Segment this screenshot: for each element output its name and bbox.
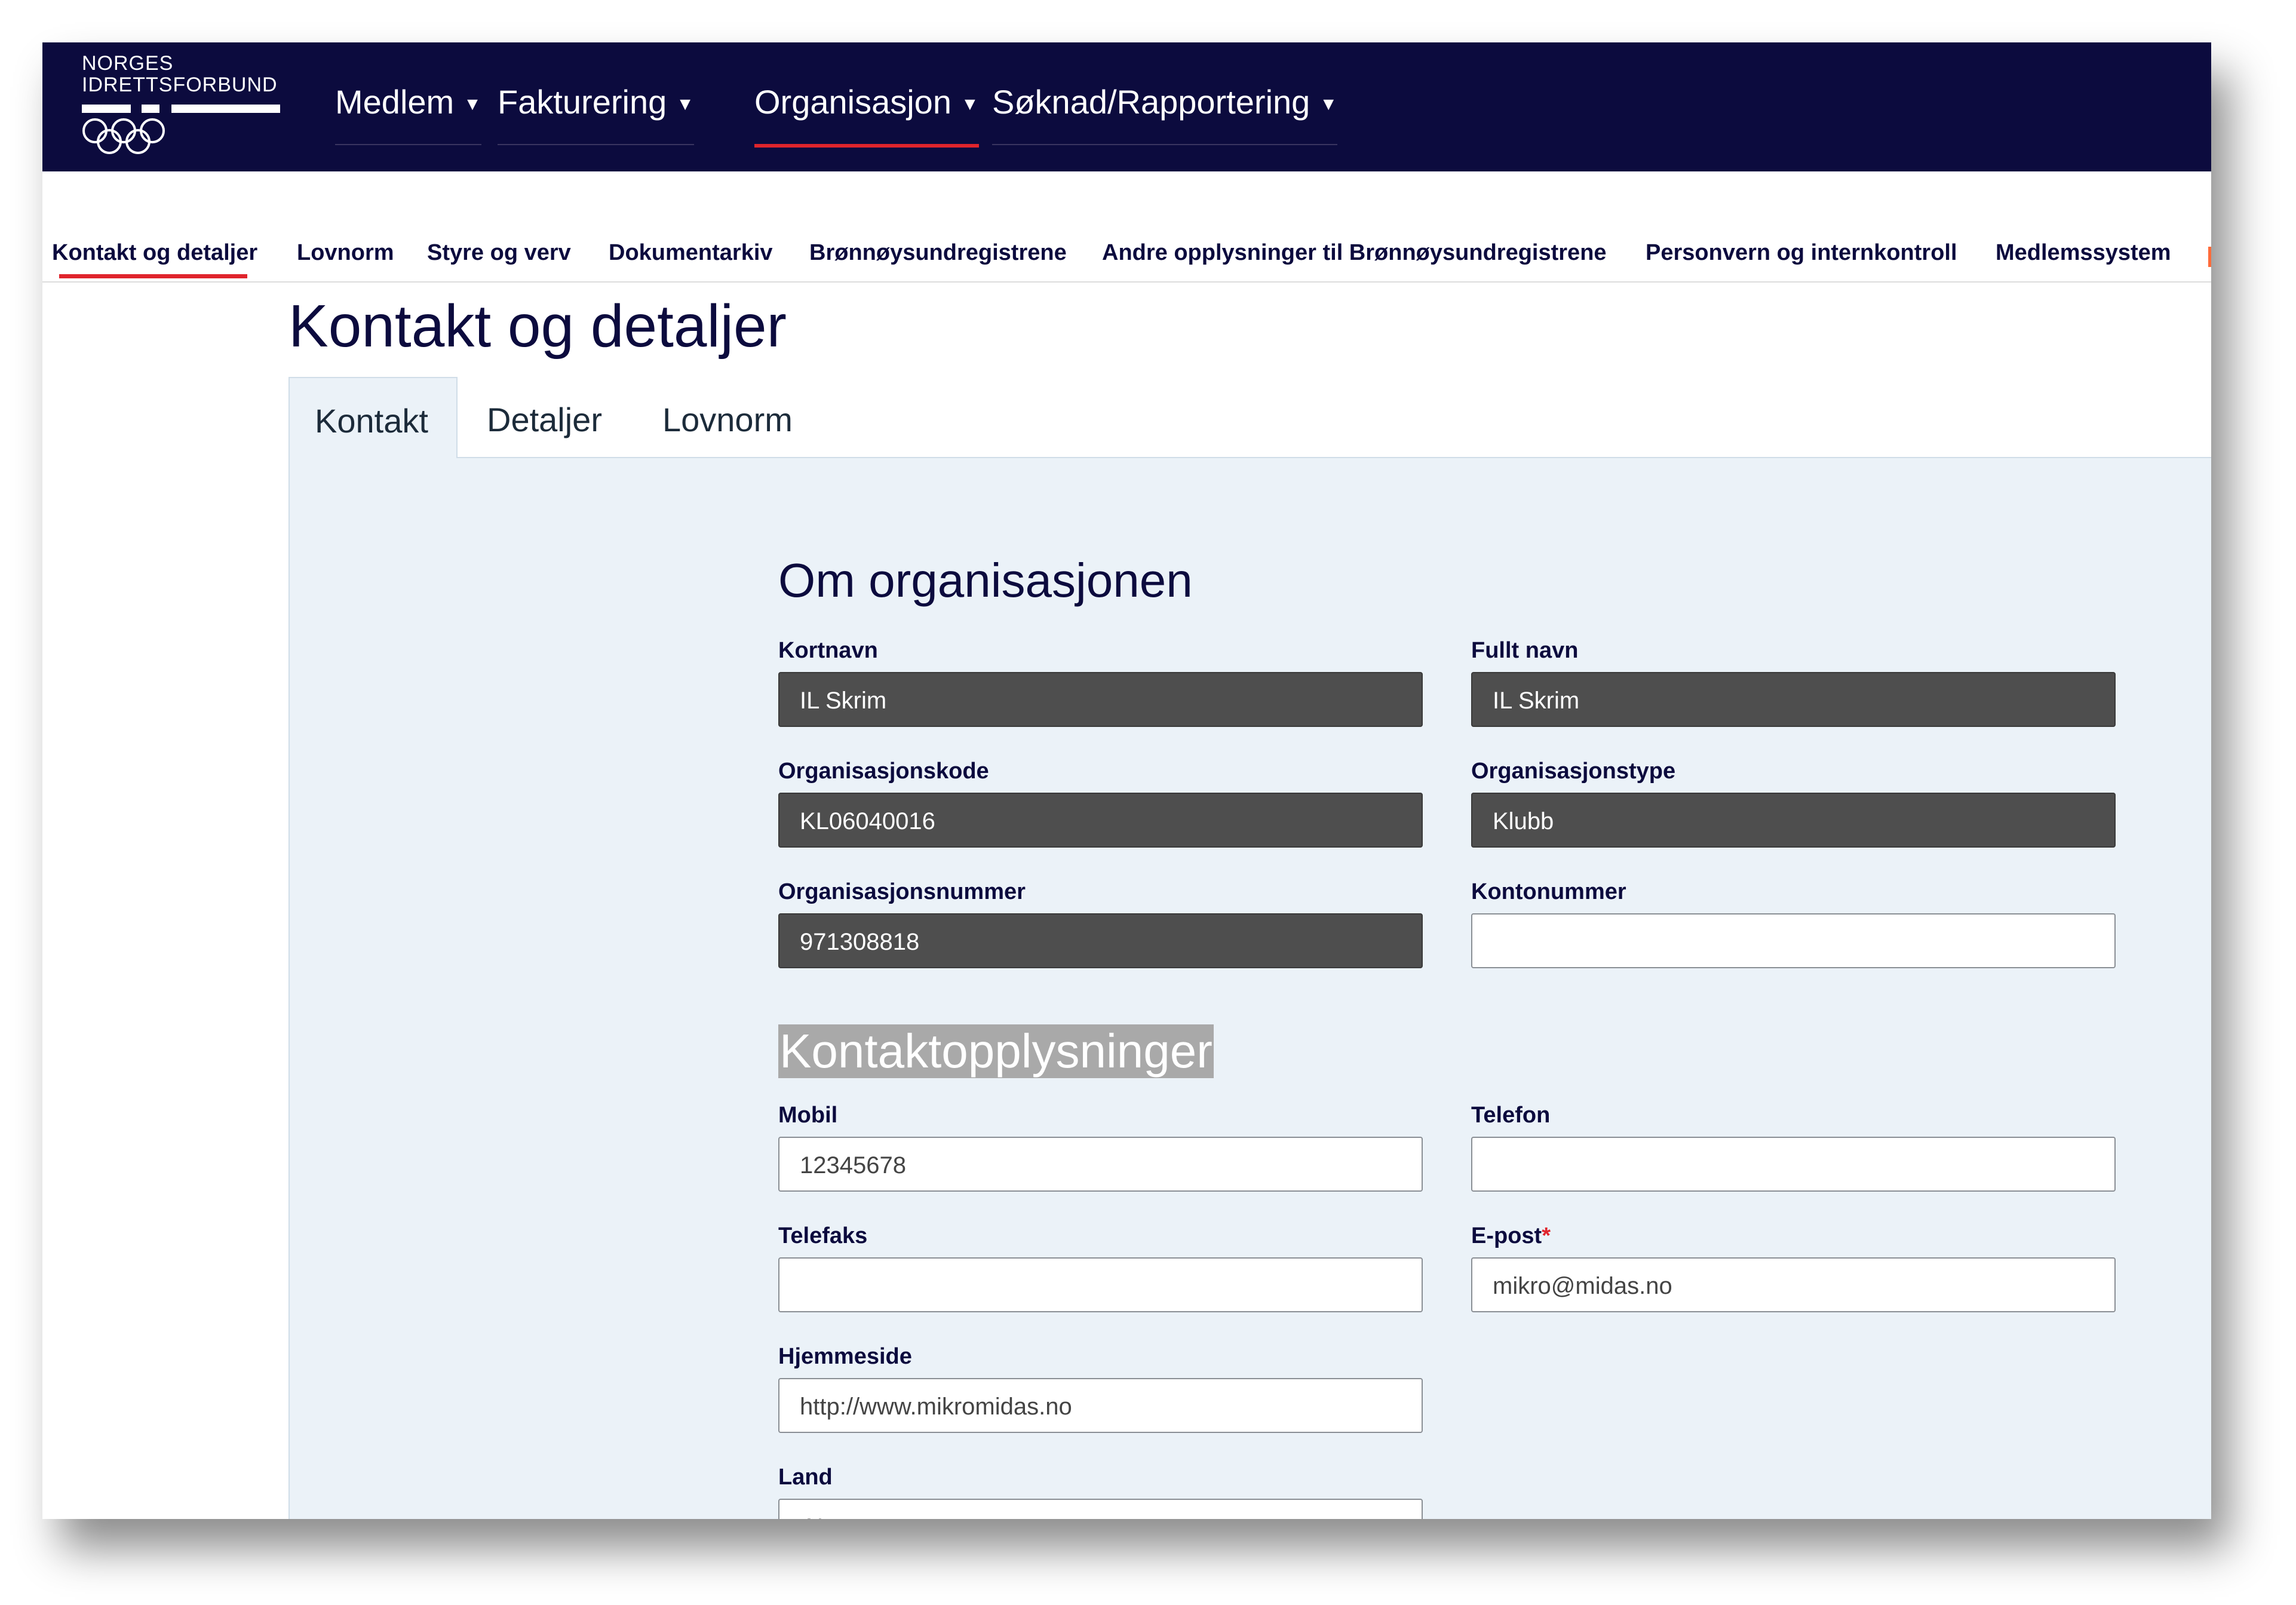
menu-organisasjon[interactable]: Organisasjon ▼ xyxy=(754,78,979,148)
olympic-rings-icon xyxy=(82,118,165,154)
fullt-navn-field[interactable]: IL Skrim xyxy=(1471,672,2116,727)
label-kortnavn: Kortnavn xyxy=(778,638,878,663)
organisasjonskode-field[interactable]: KL06040016 xyxy=(778,793,1423,848)
tab-label: Lovnorm xyxy=(662,401,793,438)
logo-text-line2: IDRETTSFORBUND xyxy=(82,73,278,96)
app-window: NORGES IDRETTSFORBUND Medlem ▼ Faktureri… xyxy=(42,42,2211,1519)
subnav-kontakt-og-detaljer[interactable]: Kontakt og detaljer xyxy=(52,241,257,265)
section-title-kontaktopplysninger: Kontaktopplysninger xyxy=(778,1024,1214,1078)
sub-navbar: Kontakt og detaljer Lovnorm Styre og ver… xyxy=(42,171,2211,283)
mobil-input[interactable]: 12345678 xyxy=(778,1137,1423,1192)
label-land: Land xyxy=(778,1465,833,1490)
label-organisasjonstype: Organisasjonstype xyxy=(1471,759,1676,784)
label-mobil: Mobil xyxy=(778,1103,838,1128)
label-epost: E-post* xyxy=(1471,1224,1551,1248)
subnav-bronnoysundregistrene[interactable]: Brønnøysundregistrene xyxy=(809,241,1067,265)
chevron-down-icon: ⌄ xyxy=(1395,1500,1413,1519)
subnav-lovnorm[interactable]: Lovnorm xyxy=(297,241,394,265)
tab-label: Kontakt xyxy=(315,402,428,440)
label-kontonummer: Kontonummer xyxy=(1471,879,1626,904)
label-hjemmeside: Hjemmeside xyxy=(778,1344,912,1369)
required-asterisk: * xyxy=(1542,1223,1551,1248)
telefaks-input[interactable] xyxy=(778,1257,1423,1312)
tab-kontakt[interactable]: Kontakt xyxy=(288,377,458,458)
overflow-nav-item[interactable] xyxy=(2208,247,2211,267)
kontonummer-input[interactable] xyxy=(1471,913,2116,968)
menu-fakturering[interactable]: Fakturering ▼ xyxy=(498,78,694,145)
organisasjonstype-field[interactable]: Klubb xyxy=(1471,793,2116,848)
tab-lovnorm[interactable]: Lovnorm xyxy=(662,377,793,483)
tab-detaljer[interactable]: Detaljer xyxy=(487,377,602,483)
menu-label: Søknad/Rapportering xyxy=(992,83,1310,121)
land-select[interactable]: Norge ⌄ xyxy=(778,1499,1423,1519)
nif-logo[interactable]: NORGES IDRETTSFORBUND xyxy=(82,52,285,159)
caret-down-icon: ▼ xyxy=(1319,94,1338,115)
content-tabs: Kontakt Detaljer Lovnorm xyxy=(288,377,2211,500)
logo-text-line1: NORGES xyxy=(82,52,174,75)
caret-down-icon: ▼ xyxy=(464,94,481,115)
label-organisasjonsnummer: Organisasjonsnummer xyxy=(778,879,1026,904)
active-subnav-indicator xyxy=(59,274,247,278)
menu-label: Medlem xyxy=(335,83,455,121)
subnav-dokumentarkiv[interactable]: Dokumentarkiv xyxy=(609,241,773,265)
menu-label: Organisasjon xyxy=(754,83,951,121)
label-telefon: Telefon xyxy=(1471,1103,1551,1128)
menu-soknad-rapportering[interactable]: Søknad/Rapportering ▼ xyxy=(992,78,1338,145)
organisasjonsnummer-field[interactable]: 971308818 xyxy=(778,913,1423,968)
label-fullt-navn: Fullt navn xyxy=(1471,638,1579,663)
page-title: Kontakt og detaljer xyxy=(288,293,787,360)
label-epost-text: E-post xyxy=(1471,1223,1542,1248)
label-telefaks: Telefaks xyxy=(778,1223,868,1248)
subnav-personvern[interactable]: Personvern og internkontroll xyxy=(1646,241,1957,265)
subnav-andre-opplysninger[interactable]: Andre opplysninger til Brønnøysundregist… xyxy=(1102,241,1607,265)
subnav-medlemssystem[interactable]: Medlemssystem xyxy=(1996,241,2171,265)
kortnavn-field[interactable]: IL Skrim xyxy=(778,672,1423,727)
label-organisasjonskode: Organisasjonskode xyxy=(778,759,989,784)
caret-down-icon: ▼ xyxy=(960,94,979,115)
top-navbar: NORGES IDRETTSFORBUND Medlem ▼ Faktureri… xyxy=(42,42,2211,171)
contact-panel: Om organisasjonen Kortnavn IL Skrim Full… xyxy=(288,457,2211,1519)
epost-input[interactable]: mikro@midas.no xyxy=(1471,1257,2116,1312)
menu-label: Fakturering xyxy=(498,83,667,121)
logo-flag-bars xyxy=(82,105,280,113)
tab-label: Detaljer xyxy=(487,401,602,438)
hjemmeside-input[interactable]: http://www.mikromidas.no xyxy=(778,1378,1423,1433)
land-selected-value: Norge xyxy=(806,1514,871,1519)
section-title-om-organisasjonen: Om organisasjonen xyxy=(778,554,1193,607)
telefon-input[interactable] xyxy=(1471,1137,2116,1192)
subnav-styre-og-verv[interactable]: Styre og verv xyxy=(427,241,571,265)
caret-down-icon: ▼ xyxy=(676,94,694,115)
menu-medlem[interactable]: Medlem ▼ xyxy=(335,78,481,145)
